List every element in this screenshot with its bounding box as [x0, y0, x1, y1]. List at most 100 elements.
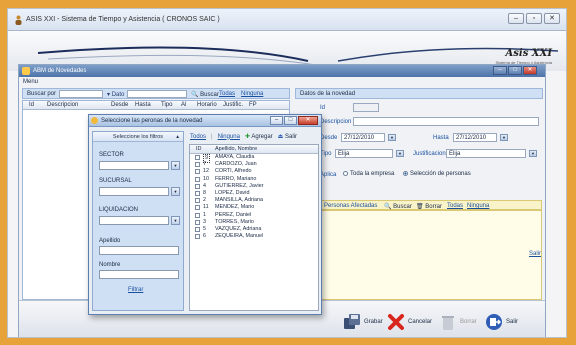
- hasta-date-input[interactable]: 27/12/2010: [453, 133, 497, 142]
- row-checkbox[interactable]: [195, 198, 200, 204]
- row-checkbox[interactable]: [195, 162, 200, 168]
- minimize-button[interactable]: ‒: [508, 13, 524, 24]
- sucursal-dropdown-icon[interactable]: ▼: [171, 187, 180, 196]
- row-checkbox[interactable]: [195, 183, 200, 189]
- afectadas-buscar-button[interactable]: 🔍 Buscar: [384, 203, 412, 210]
- col-header[interactable]: Descripcion: [47, 102, 78, 108]
- person-row[interactable]: 12 CORTI, Alfredo: [190, 168, 318, 175]
- justificacion-select[interactable]: Elija: [446, 149, 526, 158]
- descripcion-input[interactable]: [353, 117, 539, 126]
- person-row[interactable]: 2 MANSILLA, Adriana: [190, 197, 318, 204]
- dialog-icon: [91, 117, 98, 124]
- person-row[interactable]: 3 TORRES, Mario: [190, 219, 318, 226]
- apellido-input[interactable]: [99, 246, 179, 255]
- close-button[interactable]: ✕: [544, 13, 560, 24]
- col-header[interactable]: Al: [181, 102, 186, 108]
- nombre-input[interactable]: [99, 270, 179, 279]
- sucursal-label: SUCURSAL: [99, 178, 132, 184]
- person-list[interactable]: ID Apellido, Nombre 9 AMAYA, Claudia 7 CAR…: [189, 144, 319, 311]
- grabar-button[interactable]: Grabar: [343, 313, 383, 331]
- col-id[interactable]: ID: [196, 146, 202, 152]
- radio-icon: [343, 171, 348, 176]
- col-header[interactable]: Tipo: [161, 102, 172, 108]
- row-checkbox[interactable]: [195, 234, 200, 240]
- brand-logo: Asis XXI: [505, 48, 553, 59]
- afectadas-ninguna-link[interactable]: Ninguna: [467, 203, 489, 209]
- personas-afectadas-list[interactable]: [320, 210, 542, 300]
- cancelar-button[interactable]: Cancelar: [387, 313, 432, 331]
- window-title: ASIS XXI - Sistema de Tiempo y Asistenci…: [26, 16, 220, 23]
- buscar-button[interactable]: 🔍 Buscar: [191, 91, 219, 98]
- justificacion-dropdown-icon[interactable]: ▼: [529, 150, 537, 157]
- collapse-chevron-icon[interactable]: ▴: [176, 134, 179, 140]
- afectadas-todas-link[interactable]: Todas: [447, 203, 463, 209]
- person-row[interactable]: 7 CARDOZO, Juan: [190, 161, 318, 168]
- row-checkbox[interactable]: [195, 169, 200, 175]
- tipo-select[interactable]: Elija: [335, 149, 393, 158]
- sector-label: SECTOR: [99, 152, 124, 158]
- buscar-por-select[interactable]: [59, 90, 103, 98]
- justificacion-label: Justificacion: [413, 151, 446, 157]
- desde-date-input[interactable]: 27/12/2010: [341, 133, 385, 142]
- maximize-button[interactable]: ▫: [526, 13, 542, 24]
- sector-dropdown-icon[interactable]: ▼: [171, 161, 180, 170]
- col-header[interactable]: Horario: [197, 102, 217, 108]
- afectadas-borrar-button[interactable]: 🗑 Borrar: [416, 203, 442, 210]
- person-row[interactable]: 11 MENDEZ, Mario: [190, 204, 318, 211]
- row-checkbox[interactable]: [195, 226, 200, 232]
- row-checkbox[interactable]: [195, 190, 200, 196]
- ninguna-link[interactable]: Ninguna: [218, 134, 240, 140]
- radio-selected-icon: [403, 171, 408, 176]
- row-checkbox[interactable]: [195, 219, 200, 225]
- trash-icon: [442, 316, 454, 330]
- liquidacion-dropdown-icon[interactable]: ▼: [171, 216, 180, 225]
- radio-toda-empresa[interactable]: Toda la empresa: [343, 171, 394, 177]
- filters-header[interactable]: Seleccione los filtros ▴: [93, 132, 183, 142]
- person-row[interactable]: 10 FERRO, Mariano: [190, 176, 318, 183]
- sucursal-select[interactable]: [99, 187, 169, 196]
- tipo-dropdown-icon[interactable]: ▼: [396, 150, 404, 157]
- person-row[interactable]: 5 VAZQUEZ, Adriana: [190, 226, 318, 233]
- ninguna-link[interactable]: Ninguna: [241, 91, 263, 97]
- todas-link[interactable]: Todas: [219, 91, 235, 97]
- apellido-label: Apellido: [99, 238, 121, 244]
- col-header[interactable]: Desde: [111, 102, 128, 108]
- col-header[interactable]: Id: [29, 102, 34, 108]
- row-checkbox[interactable]: [195, 176, 200, 182]
- col-header[interactable]: FP: [249, 102, 257, 108]
- radio-seleccion-personas[interactable]: Selección de personas: [403, 171, 471, 177]
- person-row[interactable]: 8 LOPEZ, David: [190, 190, 318, 197]
- dialog-minimize-button[interactable]: –: [270, 116, 283, 125]
- liquidacion-select[interactable]: [99, 216, 169, 225]
- person-row[interactable]: 9 AMAYA, Claudia: [190, 154, 318, 163]
- person-row[interactable]: 1 PEREZ, Daniel: [190, 212, 318, 219]
- dialog-maximize-button[interactable]: □: [284, 116, 297, 125]
- desde-dropdown-icon[interactable]: ▼: [388, 134, 396, 141]
- salir-button[interactable]: Salir: [485, 313, 518, 331]
- col-header[interactable]: Hasta: [135, 102, 151, 108]
- dato-input[interactable]: [127, 90, 187, 98]
- row-checkbox[interactable]: [195, 205, 200, 211]
- filtrar-link[interactable]: Filtrar: [128, 287, 143, 293]
- todos-link[interactable]: Todos: [190, 134, 206, 140]
- row-checkbox[interactable]: [195, 155, 200, 160]
- dialog-close-button[interactable]: ✕: [298, 116, 318, 125]
- desde-label: Desde: [320, 135, 338, 141]
- col-header[interactable]: Justific.: [223, 102, 243, 108]
- borrar-button[interactable]: Borrar: [439, 313, 477, 331]
- person-row[interactable]: 6 ZEQUEIRA, Manuel: [190, 233, 318, 240]
- menu-bar[interactable]: Menu: [23, 79, 38, 85]
- hasta-dropdown-icon[interactable]: ▼: [500, 134, 508, 141]
- salir-link[interactable]: Salir: [529, 251, 541, 257]
- col-name[interactable]: Apellido, Nombre: [215, 146, 257, 152]
- abm-maximize-button[interactable]: □: [508, 66, 522, 75]
- agregar-button[interactable]: ✚ Agregar: [245, 133, 273, 140]
- abm-close-button[interactable]: ✕: [523, 66, 537, 75]
- abm-minimize-button[interactable]: –: [493, 66, 507, 75]
- person-row[interactable]: 4 GUTIERREZ, Javier: [190, 183, 318, 190]
- window-controls: ‒ ▫ ✕: [508, 13, 560, 24]
- row-checkbox[interactable]: [195, 212, 200, 218]
- sector-select[interactable]: [99, 161, 169, 170]
- dialog-titlebar: Seleccione las peronas de la novedad – □…: [89, 115, 321, 127]
- dialog-salir-button[interactable]: ⏏ Salir: [278, 133, 297, 140]
